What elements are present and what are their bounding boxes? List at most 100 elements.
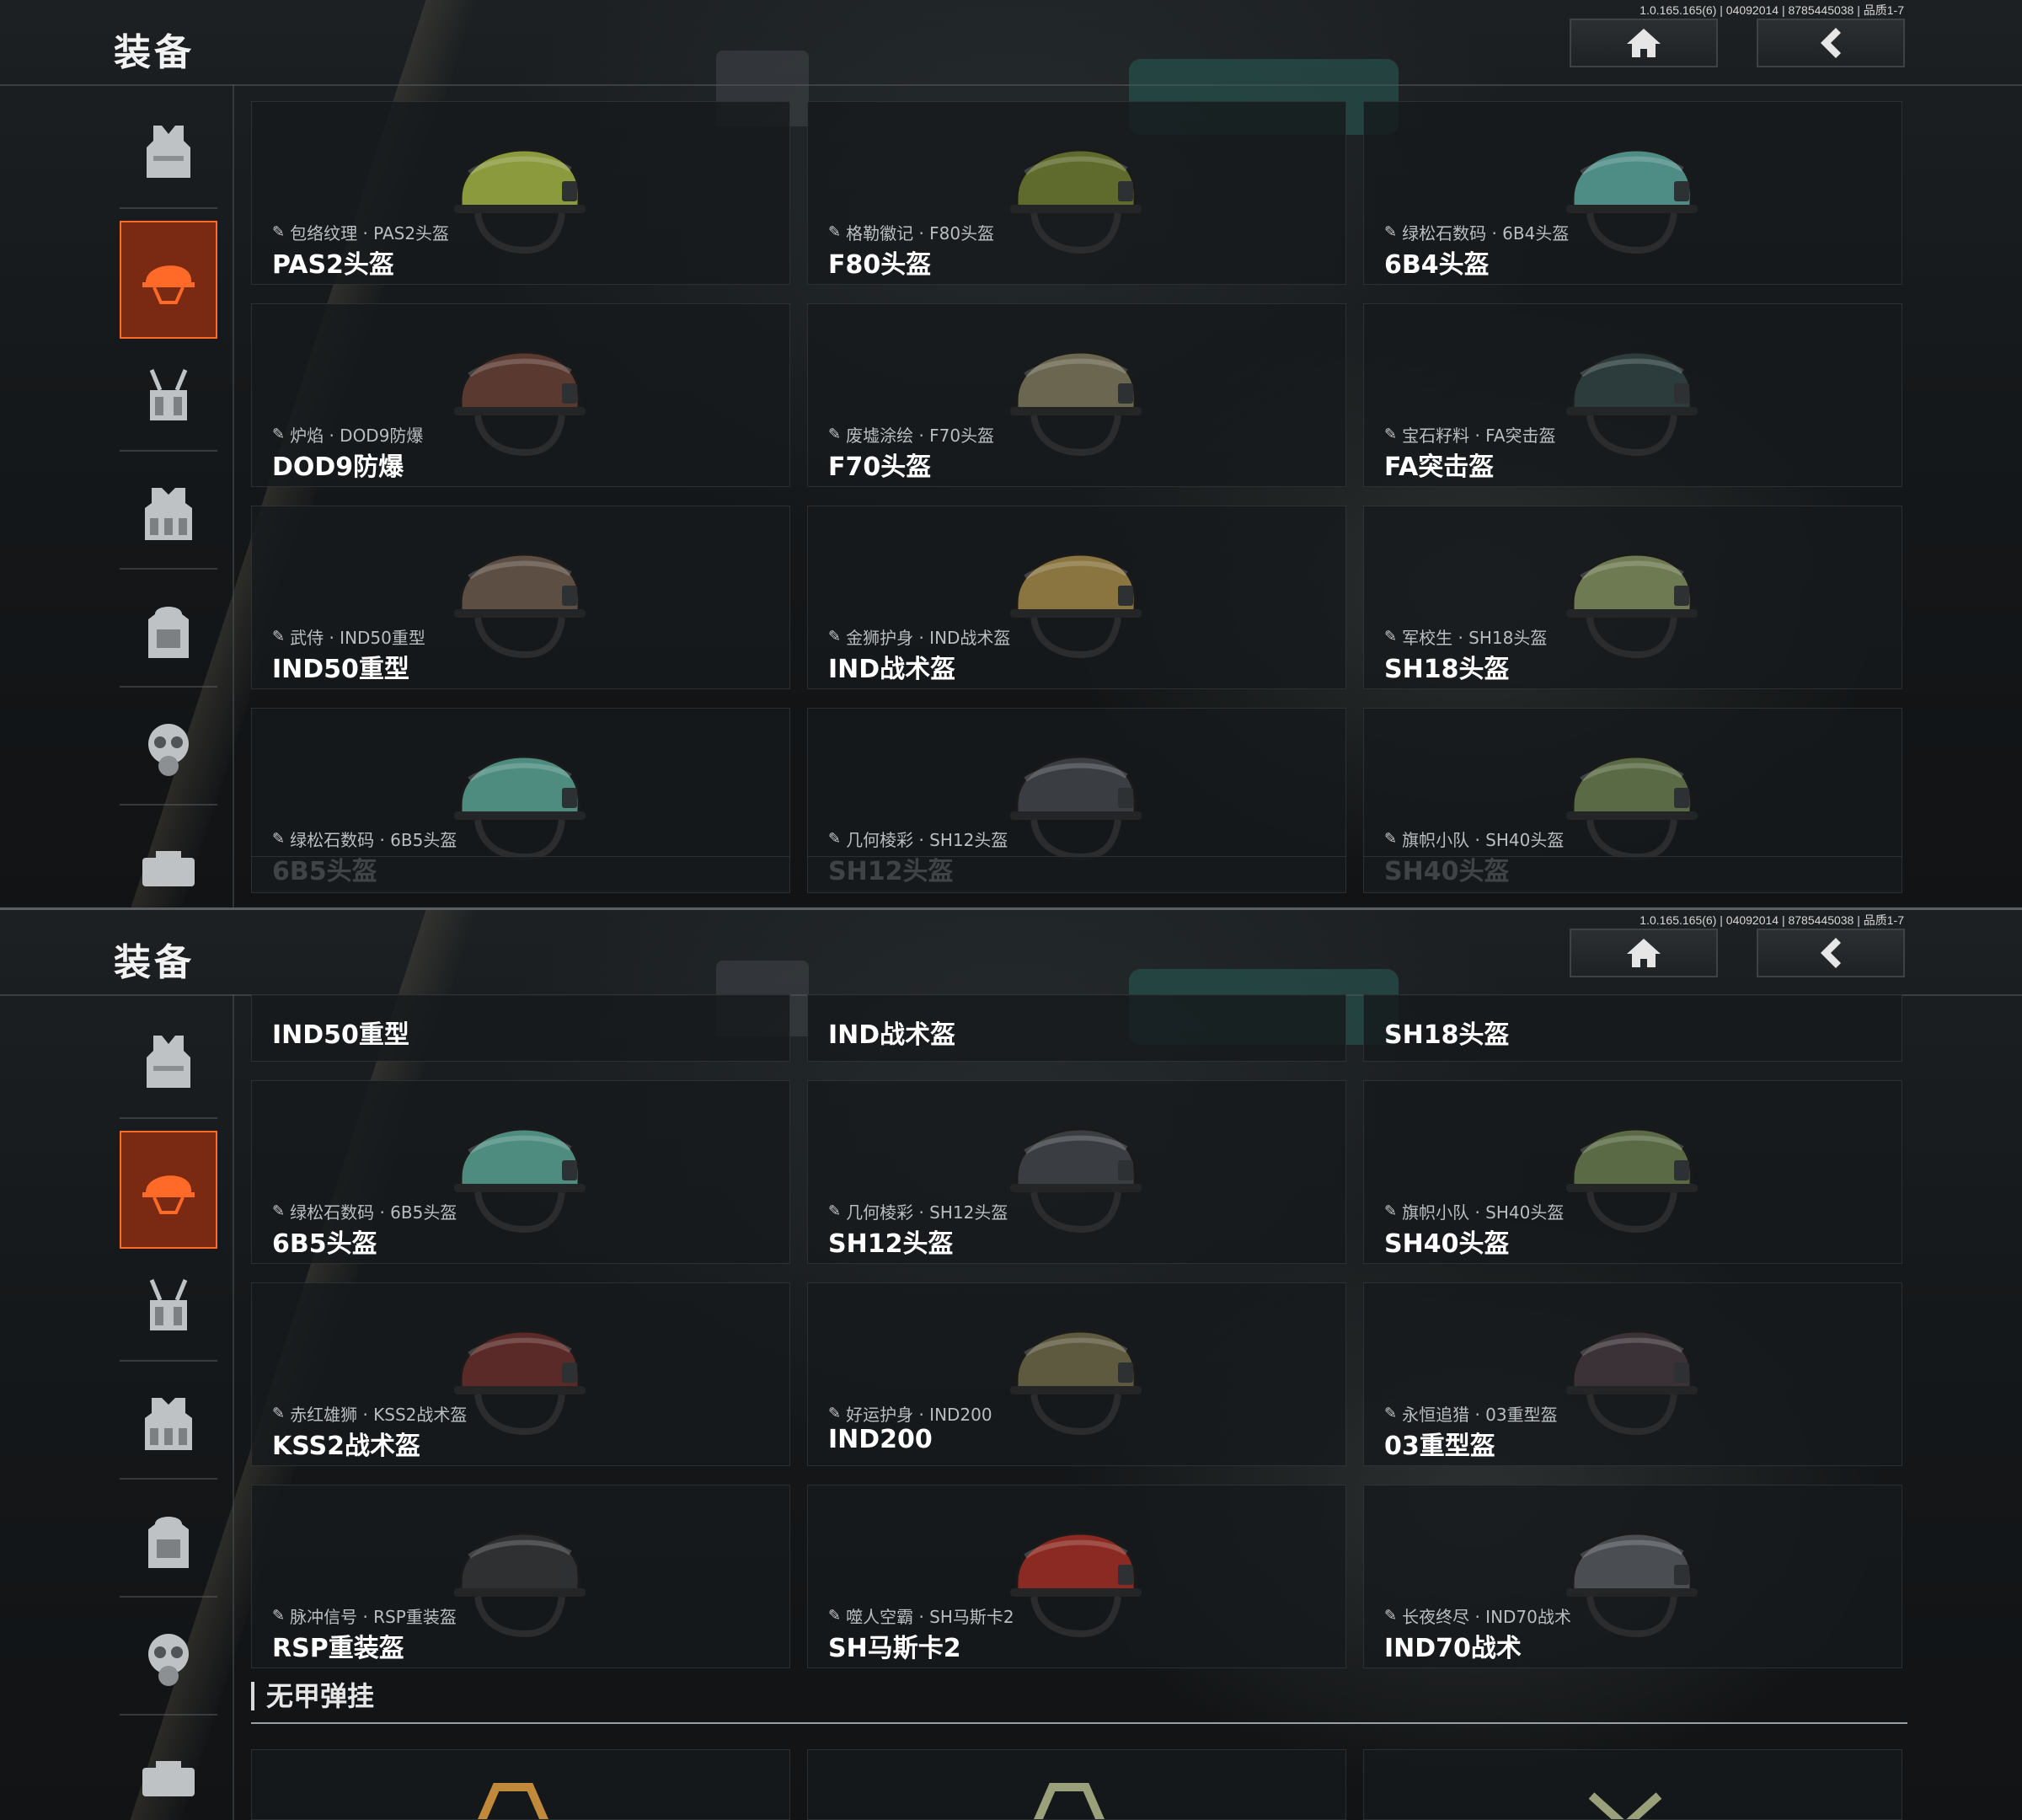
sidebar-item-gas-mask[interactable] [120, 1606, 217, 1716]
helmet-name: F80头盔 [828, 250, 932, 280]
helmet-card[interactable] [251, 856, 790, 893]
sidebar-item-helmet[interactable] [120, 1131, 217, 1249]
skin-name: 好运护身 · IND200 [846, 1405, 992, 1425]
sidebar-item-chest-rig[interactable] [120, 342, 217, 452]
helmet-card[interactable]: ✎绿松石数码 · 6B5头盔 6B5头盔 [251, 1080, 790, 1264]
skin-label: ✎ 脉冲信号 · RSP重装盔 [272, 1603, 457, 1628]
screen-top: 装备 1.0.165.165(6) | 04092014 | 878544503… [0, 0, 2022, 910]
helmet-card[interactable]: IND战术盔 [807, 994, 1346, 1062]
skin-label: ✎ 绿松石数码 · 6B5头盔 [272, 1199, 457, 1223]
sidebar-item-vest[interactable] [120, 1009, 217, 1119]
helmet-card[interactable]: ✎ 金狮护身 · IND战术盔 IND战术盔 [807, 506, 1346, 689]
helmet-name: SH18头盔 [1384, 655, 1510, 684]
chevron-left-icon [1821, 28, 1841, 58]
rig-card[interactable] [251, 1749, 790, 1820]
skin-label: ✎ 格勒徽记 · F80头盔 [828, 220, 994, 244]
helmet-card[interactable]: ✎ 长夜终尽 · IND70战术 IND70战术 [1363, 1485, 1902, 1668]
helmet-name: F70头盔 [828, 452, 932, 482]
skin-label: ✎ 长夜终尽 · IND70战术 [1384, 1603, 1571, 1628]
home-button[interactable] [1570, 929, 1718, 977]
sidebar-item-case[interactable] [120, 1724, 217, 1820]
skin-name: 几何棱彩 · SH12头盔 [846, 1202, 1008, 1223]
helmet-card[interactable]: IND50重型 [251, 994, 790, 1062]
helmet-card[interactable]: SH18头盔 [1363, 994, 1902, 1062]
skin-name: 军校生 · SH18头盔 [1402, 628, 1548, 648]
gas-mask-icon [148, 724, 189, 776]
helmet-thumbnail [1010, 351, 1142, 457]
helmet-card[interactable]: ✎ 永恒追猎 · 03重型盔 03重型盔 [1363, 1282, 1902, 1466]
helmet-card[interactable] [1363, 856, 1902, 893]
helmet-card[interactable]: ✎ 好运护身 · IND200 IND200 [807, 1282, 1346, 1466]
sidebar-item-armored-rig[interactable] [120, 460, 217, 570]
helmet-thumbnail [1010, 755, 1142, 861]
helmet-card[interactable]: ✎ 包络纹理 · PAS2头盔 PAS2头盔 [251, 101, 790, 285]
helmet-card[interactable]: ✎ 宝石籽料 · FA突击盔 FA突击盔 [1363, 303, 1902, 487]
helmet-card[interactable]: ✎ 赤红雄狮 · KSS2战术盔 KSS2战术盔 [251, 1282, 790, 1466]
skin-label: ✎ 绿松石数码 · 6B5头盔 [272, 827, 457, 851]
helmet-card[interactable]: ✎旗帜小队 · SH40头盔 SH40头盔 [1363, 1080, 1902, 1264]
paint-brush-icon: ✎ [828, 830, 842, 848]
rig-thumbnail [1588, 1792, 1662, 1819]
sidebar-item-armored-rig[interactable] [120, 1370, 217, 1480]
skin-name: 脉冲信号 · RSP重装盔 [290, 1607, 457, 1627]
paint-brush-icon: ✎ [828, 1607, 842, 1625]
page-title: 装备 [114, 31, 195, 74]
home-button[interactable] [1570, 19, 1718, 67]
skin-label: ✎ 废墟涂绘 · F70头盔 [828, 422, 994, 447]
page-title: 装备 [114, 941, 195, 984]
helmet-thumbnail [454, 1127, 586, 1234]
skin-name: 炉焰 · DOD9防爆 [290, 426, 424, 446]
helmet-card[interactable]: ✎ 格勒徽记 · F80头盔 F80头盔 [807, 101, 1346, 285]
home-icon [1627, 29, 1661, 57]
sidebar-item-vest[interactable] [120, 99, 217, 209]
sidebar-item-backpack[interactable] [120, 578, 217, 688]
back-button[interactable] [1757, 19, 1905, 67]
paint-brush-icon: ✎ [272, 223, 286, 241]
skin-label: ✎ 噬人空霸 · SH马斯卡2 [828, 1603, 1014, 1628]
helmet-name: DOD9防爆 [272, 452, 404, 482]
backpack-icon [148, 607, 189, 658]
skin-label: ✎ 军校生 · SH18头盔 [1384, 624, 1547, 649]
paint-brush-icon: ✎ [1384, 223, 1398, 241]
rig-card[interactable] [807, 1749, 1346, 1820]
helmet-thumbnail [454, 351, 586, 457]
helmet-card[interactable]: ✎ 武侍 · IND50重型 IND50重型 [251, 506, 790, 689]
helmet-thumbnail [1010, 1532, 1142, 1638]
skin-name: 几何棱彩 · SH12头盔 [846, 830, 1008, 850]
helmet-thumbnail [1566, 755, 1698, 861]
skin-label: ✎ 旗帜小队 · SH40头盔 [1384, 1199, 1564, 1223]
rig-thumbnail [1034, 1783, 1105, 1819]
helmet-thumbnail [1566, 1127, 1698, 1234]
helmet-card[interactable]: ✎ 脉冲信号 · RSP重装盔 RSP重装盔 [251, 1485, 790, 1668]
sidebar-item-helmet[interactable] [120, 221, 217, 339]
helmet-card[interactable]: ✎ 废墟涂绘 · F70头盔 F70头盔 [807, 303, 1346, 487]
sidebar-item-case[interactable] [120, 814, 217, 910]
helmet-name: IND70战术 [1384, 1634, 1522, 1663]
helmet-thumbnail [454, 553, 586, 659]
sidebar-item-backpack[interactable] [120, 1488, 217, 1598]
helmet-thumbnail [454, 755, 586, 861]
skin-label: ✎ 几何棱彩 · SH12头盔 [828, 1199, 1008, 1223]
sidebar-item-chest-rig[interactable] [120, 1252, 217, 1362]
skin-label: ✎ 旗帜小队 · SH40头盔 [1384, 827, 1564, 851]
helmet-name: IND战术盔 [828, 1020, 956, 1050]
helmet-card[interactable] [807, 856, 1346, 893]
screen-bottom: 装备 1.0.165.165(6) | 04092014 | 878544503… [0, 910, 2022, 1820]
header-bar: 装备 1.0.165.165(6) | 04092014 | 878544503… [0, 0, 2022, 86]
rig-card[interactable] [1363, 1749, 1902, 1820]
paint-brush-icon: ✎ [1384, 1202, 1398, 1220]
sidebar-item-gas-mask[interactable] [120, 696, 217, 806]
skin-label: ✎ 几何棱彩 · SH12头盔 [828, 827, 1008, 851]
paint-brush-icon: ✎ [272, 1607, 286, 1625]
helmet-card[interactable]: ✎几何棱彩 · SH12头盔 SH12头盔 [807, 1080, 1346, 1264]
helmet-card[interactable]: ✎ 军校生 · SH18头盔 SH18头盔 [1363, 506, 1902, 689]
back-button[interactable] [1757, 929, 1905, 977]
helmet-card[interactable]: ✎ 炉焰 · DOD9防爆 DOD9防爆 [251, 303, 790, 487]
paint-brush-icon: ✎ [828, 628, 842, 645]
helmet-card[interactable]: ✎ 绿松石数码 · 6B4头盔 6B4头盔 [1363, 101, 1902, 285]
helmet-card[interactable]: ✎ 噬人空霸 · SH马斯卡2 SH马斯卡2 [807, 1485, 1346, 1668]
helmet-name: IND200 [828, 1425, 933, 1454]
helmet-thumbnail [1010, 1127, 1142, 1234]
paint-brush-icon: ✎ [1384, 1405, 1398, 1422]
section-title: 无甲弹挂 [251, 1682, 374, 1710]
